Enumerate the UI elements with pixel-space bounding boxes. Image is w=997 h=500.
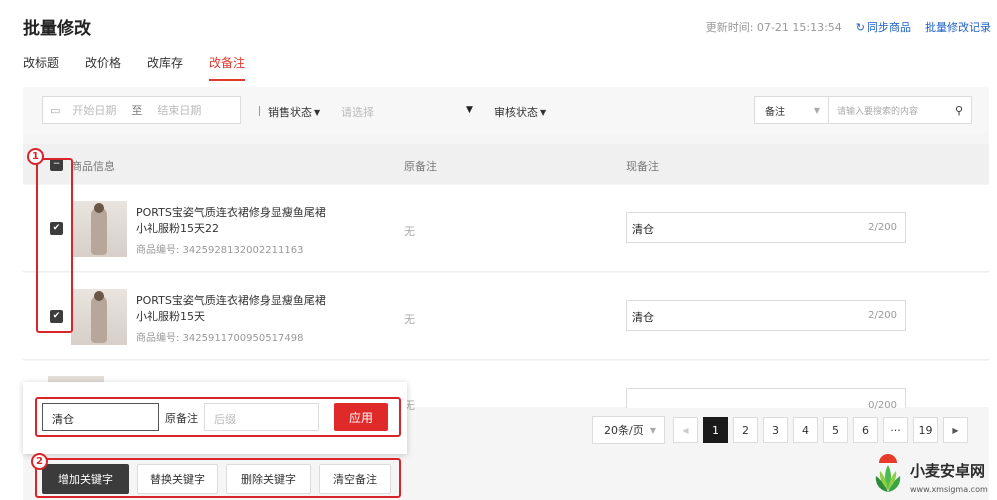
sync-label: 同步商品 xyxy=(867,21,911,34)
caret-down-icon: ▼ xyxy=(540,107,547,117)
product-id: 商品编号: 3425928132002211163 xyxy=(136,245,304,256)
column-original-note: 原备注 xyxy=(404,160,437,173)
product-id: 商品编号: 3425911700950517498 xyxy=(136,333,304,344)
page-size-value: 20条/页 xyxy=(604,424,644,437)
char-count: 0/200 xyxy=(868,400,897,411)
new-note-value: 清仓 xyxy=(632,223,654,236)
audit-status-label: 审核状态 xyxy=(494,106,538,119)
annotation-checkbox-box xyxy=(36,158,73,333)
page-button[interactable]: 3 xyxy=(763,417,788,443)
product-thumbnail xyxy=(71,289,127,345)
suffix-input[interactable]: 后缀 xyxy=(204,403,319,431)
product-thumbnail xyxy=(71,201,127,257)
tab-edit-note[interactable]: 改备注 xyxy=(209,54,246,81)
char-count: 2/200 xyxy=(868,222,897,233)
table-row: ✔ PORTS宝姿气质连衣裙修身显瘦鱼尾裙小礼服粉15天 商品编号: 34259… xyxy=(23,273,989,360)
header-actions: 更新时间: 07-21 15:13:54 ↻ 同步商品 批量修改记录 xyxy=(706,19,991,35)
pagination: 20条/页 ▼ ◀ 1 2 3 4 5 6 ··· 19 ▶ xyxy=(592,416,973,444)
original-note: 无 xyxy=(404,225,415,238)
page-button[interactable]: 4 xyxy=(793,417,818,443)
page-button[interactable]: 2 xyxy=(733,417,758,443)
watermark-url: www.xmsigma.com xyxy=(910,485,988,494)
product-figure-head xyxy=(94,291,104,301)
new-note-input[interactable]: 清仓 2/200 xyxy=(626,300,906,331)
sale-status-label: 销售状态 xyxy=(268,106,312,119)
next-page-button[interactable]: ▶ xyxy=(943,417,968,443)
search-type-value: 备注 xyxy=(765,106,785,118)
caret-down-icon: ▼ xyxy=(649,425,656,435)
date-range-separator: 至 xyxy=(131,104,143,117)
column-new-note: 现备注 xyxy=(626,160,659,173)
original-note: 无 xyxy=(404,313,415,326)
page-button[interactable]: 1 xyxy=(703,417,728,443)
caret-down-icon: ▼ xyxy=(813,105,820,115)
batch-edit-page: 批量修改 更新时间: 07-21 15:13:54 ↻ 同步商品 批量修改记录 … xyxy=(0,0,997,500)
sync-products-link[interactable]: ↻ 同步商品 xyxy=(856,19,911,35)
search-input[interactable]: 请输入要搜索的内容 xyxy=(829,104,947,117)
keyword-input[interactable]: 清仓 xyxy=(42,403,159,431)
product-figure xyxy=(91,207,107,255)
update-time: 更新时间: 07-21 15:13:54 xyxy=(705,21,842,34)
calendar-icon: ▭ xyxy=(50,103,61,117)
new-note-value: 清仓 xyxy=(632,311,654,324)
page-button[interactable]: 5 xyxy=(823,417,848,443)
original-note-label: 原备注 xyxy=(165,412,198,425)
sale-status-select[interactable]: 请选择 xyxy=(341,104,374,120)
page-size-select[interactable]: 20条/页 ▼ xyxy=(592,416,665,444)
page-ellipsis[interactable]: ··· xyxy=(883,417,908,443)
new-note-input[interactable]: 0/200 xyxy=(626,388,906,411)
watermark: 小麦安卓网 www.xmsigma.com xyxy=(868,458,997,500)
product-name: PORTS宝姿气质连衣裙修身显瘦鱼尾裙小礼服粉15天 xyxy=(136,294,326,323)
watermark-title: 小麦安卓网 xyxy=(910,462,986,480)
apply-button[interactable]: 应用 xyxy=(334,403,388,431)
audit-status-filter[interactable]: 审核状态 ▼ xyxy=(494,104,546,120)
prev-page-button[interactable]: ◀ xyxy=(673,417,698,443)
sale-status-filter[interactable]: 销售状态 ▼ xyxy=(268,104,320,120)
end-date-placeholder: 结束日期 xyxy=(157,104,202,117)
product-figure-head xyxy=(94,203,104,213)
annotation-badge-1: 1 xyxy=(27,148,44,165)
select-caret-icon[interactable]: ▼ xyxy=(466,105,473,115)
search-icon[interactable]: ⚲ xyxy=(947,104,971,117)
batch-actions: 增加关键字 替换关键字 删除关键字 清空备注 xyxy=(42,464,399,494)
refresh-icon: ↻ xyxy=(855,20,865,34)
tab-edit-stock[interactable]: 改库存 xyxy=(147,54,183,81)
batch-history-link[interactable]: 批量修改记录 xyxy=(925,19,991,35)
filter-divider xyxy=(259,106,260,116)
tab-edit-price[interactable]: 改价格 xyxy=(85,54,121,81)
caret-down-icon: ▼ xyxy=(314,107,321,117)
char-count: 2/200 xyxy=(868,310,897,321)
clear-note-button[interactable]: 清空备注 xyxy=(319,464,391,494)
product-name: PORTS宝姿气质连衣裙修身显瘦鱼尾裙小礼服粉15天22 xyxy=(136,206,326,235)
table-row: ✔ PORTS宝姿气质连衣裙修身显瘦鱼尾裙小礼服粉15天22 商品编号: 342… xyxy=(23,185,989,272)
product-figure xyxy=(91,295,107,343)
page-title: 批量修改 xyxy=(23,19,91,39)
add-keyword-button[interactable]: 增加关键字 xyxy=(42,464,129,494)
date-range-picker[interactable]: ▭ 开始日期 至 结束日期 xyxy=(42,96,241,124)
annotation-badge-2: 2 xyxy=(31,453,48,470)
table-header: − 商品信息 原备注 现备注 xyxy=(23,144,989,184)
edit-tabs: 改标题 改价格 改库存 改备注 xyxy=(23,54,271,81)
search-type-select[interactable]: 备注 ▼ xyxy=(755,97,829,123)
delete-keyword-button[interactable]: 删除关键字 xyxy=(226,464,311,494)
search-group: 备注 ▼ 请输入要搜索的内容 ⚲ xyxy=(754,96,972,124)
page-button[interactable]: 19 xyxy=(913,417,938,443)
tab-edit-title[interactable]: 改标题 xyxy=(23,54,59,81)
new-note-input[interactable]: 清仓 2/200 xyxy=(626,212,906,243)
replace-keyword-button[interactable]: 替换关键字 xyxy=(137,464,218,494)
page-button[interactable]: 6 xyxy=(853,417,878,443)
filter-bar: ▭ 开始日期 至 结束日期 销售状态 ▼ 请选择 ▼ 审核状态 ▼ 备注 ▼ 请… xyxy=(23,87,989,133)
column-product-info: 商品信息 xyxy=(71,160,115,173)
start-date-placeholder: 开始日期 xyxy=(72,104,117,117)
watermark-logo-icon xyxy=(875,465,901,492)
